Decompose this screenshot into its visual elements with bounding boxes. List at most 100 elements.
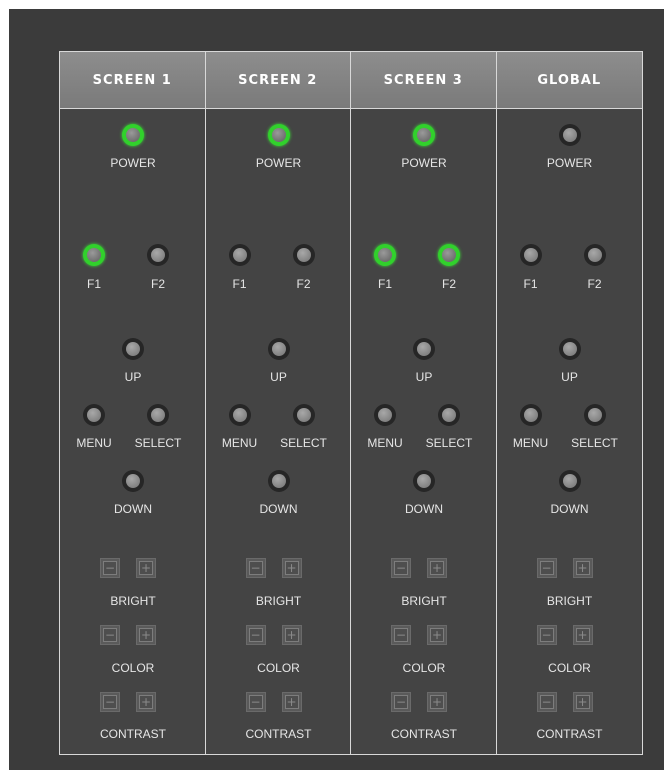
plus-icon: + bbox=[284, 561, 299, 575]
plus-icon: + bbox=[575, 561, 590, 575]
menu-button[interactable] bbox=[519, 404, 542, 426]
plus-icon: + bbox=[575, 695, 590, 709]
bright-minus-button[interactable]: − bbox=[391, 558, 411, 578]
contrast-label: CONTRAST bbox=[245, 727, 312, 741]
color-minus-button[interactable]: − bbox=[100, 625, 120, 645]
bright-plus-button[interactable]: + bbox=[281, 558, 302, 578]
down-button[interactable] bbox=[413, 470, 435, 492]
bright-plus-button[interactable]: + bbox=[572, 558, 593, 578]
down-label: DOWN bbox=[405, 502, 443, 516]
plus-icon: + bbox=[139, 628, 153, 642]
color-plus-button[interactable]: + bbox=[427, 625, 447, 645]
f2-button[interactable] bbox=[583, 244, 606, 266]
contrast-plus-button[interactable]: + bbox=[281, 692, 302, 712]
up-button[interactable] bbox=[122, 338, 144, 360]
bright-plus-button[interactable]: + bbox=[427, 558, 447, 578]
down-label: DOWN bbox=[550, 502, 589, 516]
color-minus-button[interactable]: − bbox=[536, 625, 557, 645]
power-label: POWER bbox=[546, 156, 593, 170]
f1-label: F1 bbox=[377, 277, 393, 291]
power-label: POWER bbox=[401, 156, 447, 170]
contrast-minus-button[interactable]: − bbox=[100, 692, 120, 712]
color-label: COLOR bbox=[257, 661, 300, 675]
plus-icon: + bbox=[430, 561, 444, 575]
f1-button[interactable] bbox=[519, 244, 542, 266]
color-minus-button[interactable]: − bbox=[391, 625, 411, 645]
up-label: UP bbox=[415, 370, 433, 384]
plus-icon: + bbox=[430, 695, 444, 709]
menu-button[interactable] bbox=[228, 404, 251, 426]
power-button[interactable] bbox=[267, 124, 290, 146]
f2-label: F2 bbox=[587, 277, 602, 291]
menu-label: MENU bbox=[512, 436, 549, 450]
up-button[interactable] bbox=[558, 338, 581, 360]
menu-label: MENU bbox=[221, 436, 258, 450]
column-global: GLOBAL POWER F1 F2 UP MENU SELECT DOWN −… bbox=[496, 52, 642, 754]
minus-icon: − bbox=[248, 628, 263, 642]
f1-label: F1 bbox=[86, 277, 102, 291]
color-minus-button[interactable]: − bbox=[245, 625, 266, 645]
contrast-plus-button[interactable]: + bbox=[136, 692, 156, 712]
contrast-label: CONTRAST bbox=[100, 727, 166, 741]
select-label: SELECT bbox=[134, 436, 182, 450]
select-label: SELECT bbox=[425, 436, 473, 450]
up-button[interactable] bbox=[413, 338, 435, 360]
select-label: SELECT bbox=[280, 436, 327, 450]
f2-button[interactable] bbox=[147, 244, 169, 266]
select-button[interactable] bbox=[583, 404, 606, 426]
f2-button[interactable] bbox=[438, 244, 460, 266]
down-label: DOWN bbox=[114, 502, 152, 516]
up-button[interactable] bbox=[267, 338, 290, 360]
column-screen-2: SCREEN 2 POWER F1 F2 UP MENU SELECT DOWN… bbox=[205, 52, 351, 754]
down-button[interactable] bbox=[122, 470, 144, 492]
control-panel-frame: SCREEN 1 POWER F1 F2 UP MENU SELECT DOWN… bbox=[9, 9, 664, 770]
bright-label: BRIGHT bbox=[546, 594, 593, 608]
color-plus-button[interactable]: + bbox=[281, 625, 302, 645]
contrast-minus-button[interactable]: − bbox=[391, 692, 411, 712]
bright-label: BRIGHT bbox=[110, 594, 156, 608]
select-button[interactable] bbox=[292, 404, 315, 426]
plus-icon: + bbox=[575, 628, 590, 642]
contrast-minus-button[interactable]: − bbox=[536, 692, 557, 712]
bright-plus-button[interactable]: + bbox=[136, 558, 156, 578]
f1-button[interactable] bbox=[228, 244, 251, 266]
power-button[interactable] bbox=[558, 124, 581, 146]
contrast-plus-button[interactable]: + bbox=[427, 692, 447, 712]
f1-button[interactable] bbox=[83, 244, 105, 266]
minus-icon: − bbox=[248, 695, 263, 709]
select-button[interactable] bbox=[438, 404, 460, 426]
bright-label: BRIGHT bbox=[255, 594, 302, 608]
contrast-minus-button[interactable]: − bbox=[245, 692, 266, 712]
color-label: COLOR bbox=[111, 661, 155, 675]
column-header: SCREEN 3 bbox=[351, 52, 496, 109]
menu-label: MENU bbox=[76, 436, 112, 450]
minus-icon: − bbox=[103, 561, 117, 575]
contrast-label: CONTRAST bbox=[391, 727, 457, 741]
bright-minus-button[interactable]: − bbox=[245, 558, 266, 578]
color-plus-button[interactable]: + bbox=[572, 625, 593, 645]
color-label: COLOR bbox=[402, 661, 446, 675]
minus-icon: − bbox=[248, 561, 263, 575]
down-button[interactable] bbox=[558, 470, 581, 492]
menu-button[interactable] bbox=[374, 404, 396, 426]
menu-button[interactable] bbox=[83, 404, 105, 426]
plus-icon: + bbox=[430, 628, 444, 642]
screen-control-panel: SCREEN 1 POWER F1 F2 UP MENU SELECT DOWN… bbox=[59, 51, 643, 755]
down-label: DOWN bbox=[259, 502, 298, 516]
plus-icon: + bbox=[139, 561, 153, 575]
column-screen-3: SCREEN 3 POWER F1 F2 UP MENU SELECT DOWN… bbox=[351, 52, 497, 754]
select-button[interactable] bbox=[147, 404, 169, 426]
minus-icon: − bbox=[394, 628, 408, 642]
up-label: UP bbox=[561, 370, 578, 384]
power-button[interactable] bbox=[122, 124, 144, 146]
bright-minus-button[interactable]: − bbox=[100, 558, 120, 578]
bright-minus-button[interactable]: − bbox=[536, 558, 557, 578]
contrast-plus-button[interactable]: + bbox=[572, 692, 593, 712]
down-button[interactable] bbox=[267, 470, 290, 492]
column-screen-1: SCREEN 1 POWER F1 F2 UP MENU SELECT DOWN… bbox=[60, 52, 206, 754]
f2-button[interactable] bbox=[292, 244, 315, 266]
column-header: SCREEN 1 bbox=[60, 52, 205, 109]
f1-button[interactable] bbox=[374, 244, 396, 266]
power-button[interactable] bbox=[413, 124, 435, 146]
color-plus-button[interactable]: + bbox=[136, 625, 156, 645]
